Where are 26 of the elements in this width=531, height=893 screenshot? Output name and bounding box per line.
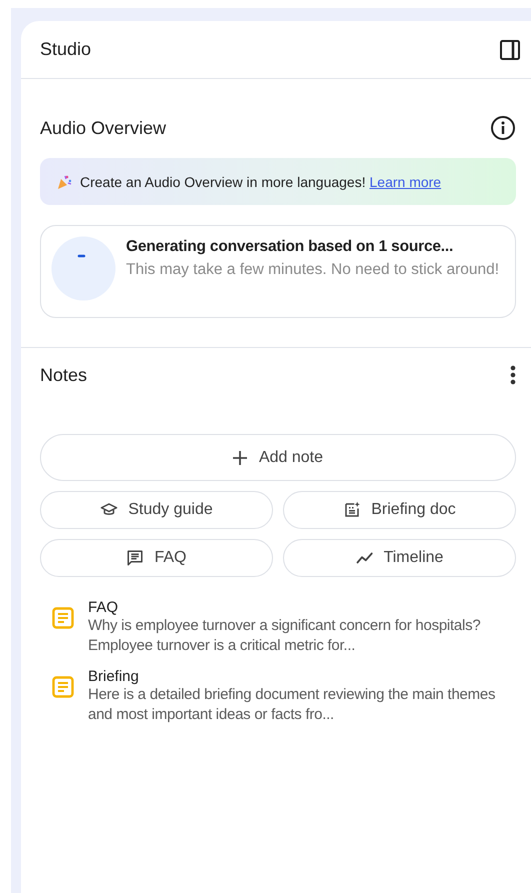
learn-more-link[interactable]: Learn more — [370, 174, 442, 190]
add-note-button[interactable]: Add note — [40, 434, 516, 481]
banner-text: Create an Audio Overview in more languages! Learn more — [80, 174, 442, 190]
note-icon — [52, 607, 74, 629]
section-title: Notes — [40, 364, 88, 386]
note-action-button[interactable]: Briefing doc — [283, 491, 516, 529]
note-action-button[interactable]: Timeline — [283, 539, 516, 577]
note-action-button[interactable]: Study guide — [40, 491, 273, 529]
chat-lines-icon — [126, 549, 144, 567]
note-preview: Why is employee turnover a significant concern for hospitals? Employee turnover is a critical metric for... — [88, 616, 482, 656]
note-action-button[interactable]: FAQ — [40, 539, 273, 577]
side-panel-icon[interactable] — [498, 38, 522, 62]
status-subtitle: This may take a few minutes. No need to stick around! — [126, 260, 500, 280]
note-preview: Here is a detailed briefing document reviewing the main themes and most important ideas or facts fro... — [88, 685, 496, 725]
more-options-icon[interactable] — [510, 365, 516, 385]
loading-spinner-icon — [51, 236, 116, 301]
plus-icon — [232, 450, 247, 464]
document-sparkle-icon — [343, 501, 362, 519]
section-title: Audio Overview — [40, 118, 166, 138]
note-icon — [52, 676, 74, 698]
status-title: Generating conversation based on 1 source... — [126, 238, 454, 256]
party-popper-icon — [56, 174, 72, 190]
panel-title: Studio — [40, 39, 92, 60]
note-title[interactable]: FAQ — [88, 599, 498, 616]
note-title[interactable]: Briefing — [88, 668, 498, 685]
info-icon[interactable] — [490, 115, 516, 141]
